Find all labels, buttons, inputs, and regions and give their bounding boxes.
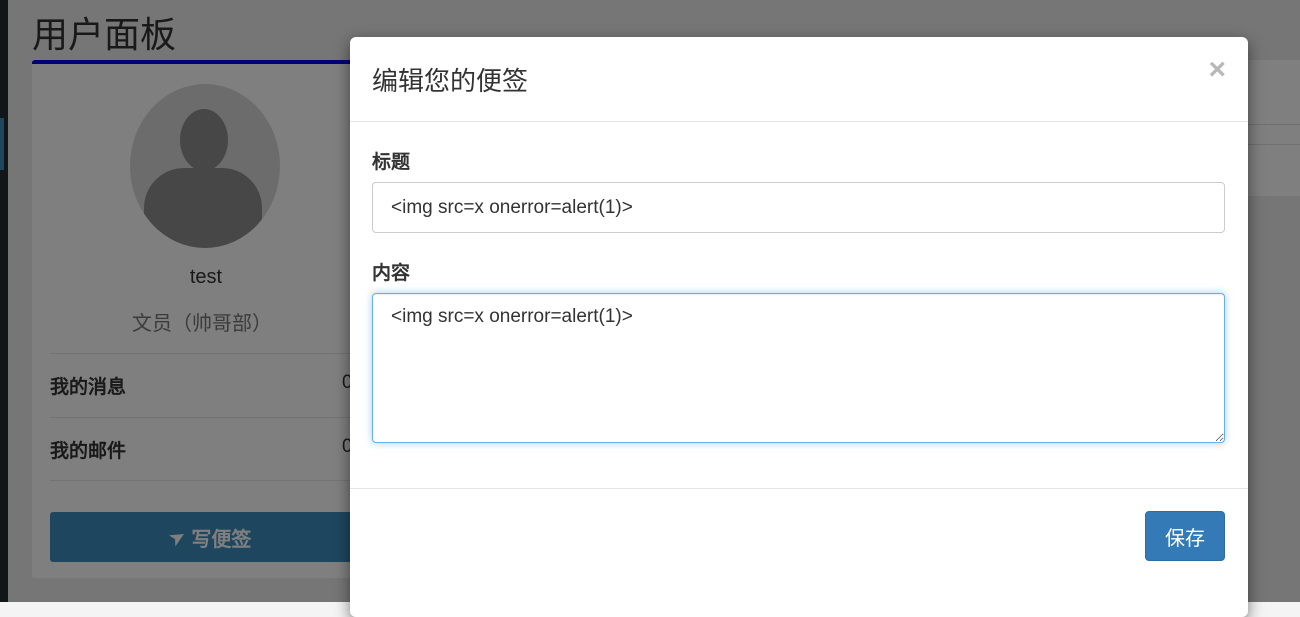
edit-note-modal: 编辑您的便签 × 标题 内容 <img src=x onerror=alert(… — [350, 37, 1248, 617]
content-textarea[interactable]: <img src=x onerror=alert(1)> — [372, 293, 1225, 443]
modal-footer-divider — [350, 488, 1248, 489]
modal-title: 编辑您的便签 — [372, 61, 528, 98]
title-field-label: 标题 — [372, 147, 410, 174]
content-field-label: 内容 — [372, 258, 410, 285]
title-input[interactable] — [372, 182, 1225, 233]
save-button[interactable]: 保存 — [1145, 511, 1225, 561]
modal-header: 编辑您的便签 × — [350, 37, 1248, 122]
close-button[interactable]: × — [1208, 55, 1226, 85]
